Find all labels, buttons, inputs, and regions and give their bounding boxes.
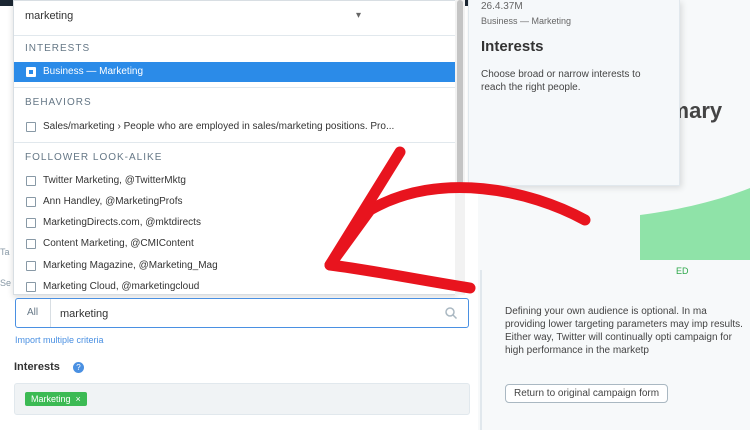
- list-item-label: Marketing Cloud, @marketingcloud: [43, 281, 200, 292]
- audience-area-chart: [640, 188, 750, 260]
- import-multiple-criteria-link[interactable]: Import multiple criteria: [15, 335, 104, 345]
- list-item-follower[interactable]: Marketing Cloud, @marketingcloud: [14, 277, 456, 294]
- selected-interests-box[interactable]: Marketing ×: [14, 383, 470, 415]
- list-item-interest[interactable]: Business — Marketing: [14, 62, 456, 82]
- tooltip-description: Choose broad or narrow interests to reac…: [481, 69, 641, 93]
- list-item-label: Twitter Marketing, @TwitterMktg: [43, 175, 186, 186]
- tooltip-title: Interests: [481, 38, 544, 55]
- return-to-campaign-button[interactable]: Return to original campaign form: [505, 384, 669, 403]
- interest-tag[interactable]: Marketing ×: [25, 392, 87, 406]
- chevron-down-icon: ▾: [356, 10, 362, 21]
- checkbox[interactable]: [26, 218, 36, 228]
- targeting-search-input[interactable]: [58, 303, 442, 325]
- checkbox[interactable]: [26, 282, 36, 292]
- interest-tag-label: Marketing: [31, 394, 71, 404]
- list-item-follower[interactable]: MarketingDirects.com, @mktdirects: [14, 213, 456, 233]
- checkbox[interactable]: [26, 239, 36, 249]
- list-item-follower[interactable]: Marketing Magazine, @Marketing_Mag: [14, 256, 456, 276]
- section-header-follower-look-alike: FOLLOWER LOOK-ALIKE: [25, 152, 163, 163]
- interest-tooltip: 26.4.37M Business — Marketing Interests …: [468, 0, 680, 186]
- panel-divider: [480, 270, 482, 430]
- edge-label: Ta: [0, 247, 10, 257]
- list-item-follower[interactable]: Content Marketing, @CMIContent: [14, 234, 456, 254]
- close-icon[interactable]: ×: [76, 394, 81, 404]
- checkbox[interactable]: [26, 67, 36, 77]
- dropdown-search-value: marketing: [25, 10, 74, 22]
- area-chart-fill: [640, 188, 750, 260]
- checkbox[interactable]: [26, 122, 36, 132]
- interests-label: Interests: [14, 361, 60, 373]
- divider: [14, 142, 456, 143]
- audience-size: 26.4.37M: [481, 1, 523, 12]
- list-item-behavior[interactable]: Sales/marketing › People who are employe…: [14, 117, 456, 137]
- checkbox[interactable]: [26, 261, 36, 271]
- list-item-follower[interactable]: Ann Handley, @MarketingProfs: [14, 192, 456, 212]
- summary-description: Defining your own audience is optional. …: [505, 306, 743, 356]
- chart-caption: ED: [676, 266, 689, 276]
- list-item-label: Sales/marketing › People who are employe…: [43, 121, 395, 132]
- divider: [14, 87, 456, 88]
- section-header-interests: INTERESTS: [25, 43, 91, 54]
- targeting-search-box[interactable]: All: [15, 298, 469, 328]
- dropdown-search-row[interactable]: marketing ▾: [14, 1, 456, 36]
- help-icon[interactable]: ?: [73, 362, 84, 373]
- section-header-behaviors: BEHAVIORS: [25, 97, 92, 108]
- edge-label: Se: [0, 278, 12, 288]
- targeting-scope-selector[interactable]: All: [16, 299, 51, 327]
- interest-path: Business — Marketing: [481, 16, 572, 26]
- scrollbar-thumb[interactable]: [457, 0, 463, 190]
- targeting-suggestions-dropdown: marketing ▾ INTERESTS Business — Marketi…: [13, 0, 457, 295]
- list-item-label: Business — Marketing: [43, 66, 144, 77]
- list-item-label: Ann Handley, @MarketingProfs: [43, 196, 183, 207]
- list-item-label: Content Marketing, @CMIContent: [43, 238, 194, 249]
- scope-label: All: [27, 307, 39, 318]
- list-item-label: Marketing Magazine, @Marketing_Mag: [43, 260, 218, 271]
- checkbox[interactable]: [26, 197, 36, 207]
- search-icon[interactable]: [444, 306, 458, 320]
- list-item-follower[interactable]: Twitter Marketing, @TwitterMktg: [14, 171, 456, 191]
- list-item-label: MarketingDirects.com, @mktdirects: [43, 217, 201, 228]
- checkbox[interactable]: [26, 176, 36, 186]
